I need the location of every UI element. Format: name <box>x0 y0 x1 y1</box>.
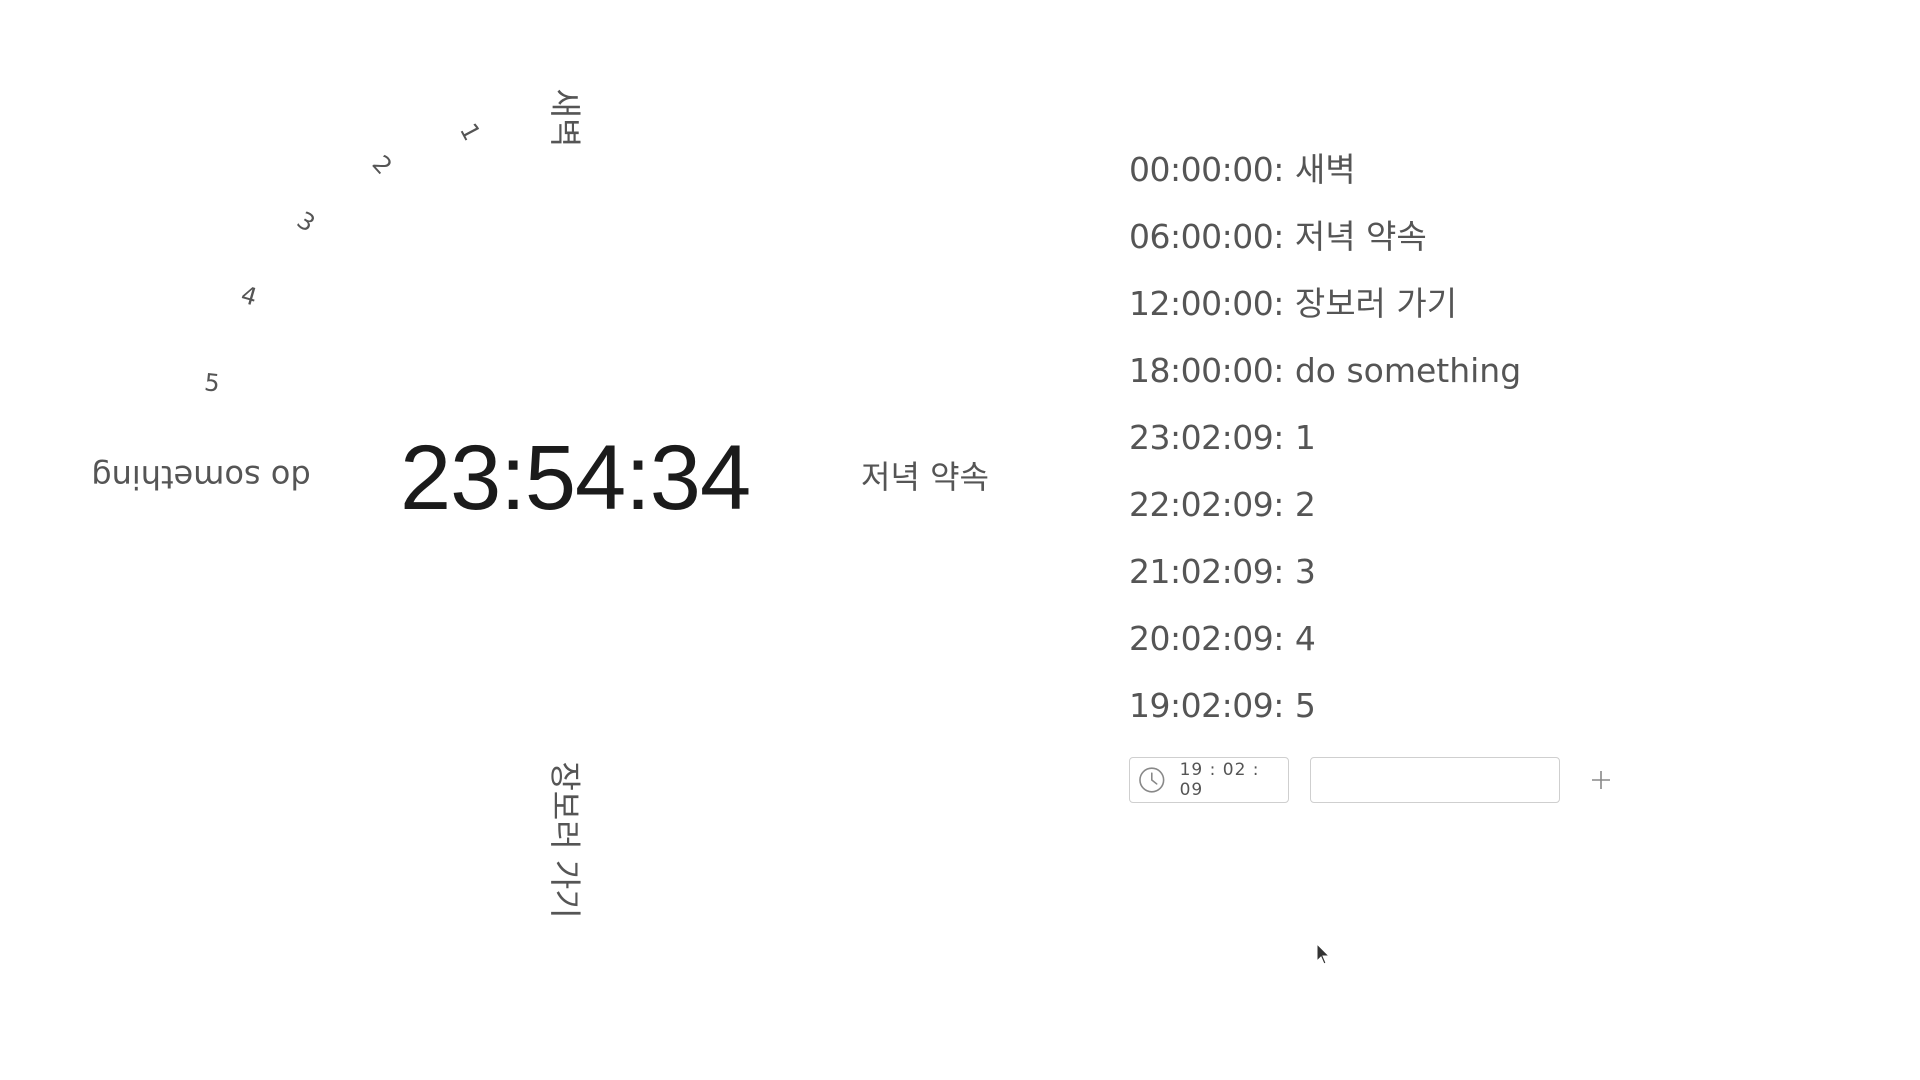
schedule-item-time: 20:02:09 <box>1129 619 1274 658</box>
schedule-item-time: 00:00:00 <box>1129 150 1274 189</box>
add-schedule-form: 19 : 02 : 09 <box>1129 756 1618 804</box>
schedule-item[interactable]: 12:00:00: 장보러 가기 <box>1129 284 1521 351</box>
schedule-item-separator: : <box>1273 284 1295 323</box>
schedule-item-label: 장보러 가기 <box>1294 284 1458 323</box>
add-schedule-button[interactable] <box>1584 763 1618 797</box>
schedule-list: 00:00:00: 새벽 06:00:00: 저녁 약속 12:00:00: 장보러… <box>1129 150 1521 753</box>
clock-icon <box>1139 767 1165 793</box>
schedule-item-label: 새벽 <box>1294 150 1356 189</box>
schedule-item-separator: : <box>1273 686 1295 725</box>
dial-label-4: 4 <box>237 280 261 312</box>
schedule-item[interactable]: 19:02:09: 5 <box>1129 686 1521 753</box>
dial-label-shopping: 장보러 가기 <box>546 761 584 919</box>
schedule-item-label: 1 <box>1294 418 1316 457</box>
schedule-item-separator: : <box>1273 351 1295 390</box>
schedule-item[interactable]: 23:02:09: 1 <box>1129 418 1521 485</box>
schedule-item-time: 19:02:09 <box>1129 686 1274 725</box>
schedule-item-time: 23:02:09 <box>1129 418 1274 457</box>
plus-icon <box>1592 771 1610 789</box>
dial-label-2: 2 <box>366 149 398 181</box>
schedule-item[interactable]: 21:02:09: 3 <box>1129 552 1521 619</box>
dial-label-dawn: 새벽 <box>546 88 584 148</box>
mouse-cursor-icon <box>1316 943 1331 965</box>
schedule-item-label: 4 <box>1294 619 1316 658</box>
schedule-item-separator: : <box>1273 150 1295 189</box>
schedule-item[interactable]: 20:02:09: 4 <box>1129 619 1521 686</box>
dial-label-do-something: do something <box>91 458 311 496</box>
schedule-item-label: 3 <box>1294 552 1316 591</box>
clock-dial: 23:54:34 새벽 1 2 3 4 5 do something 저녁 약속장보러 가기 <box>0 0 1100 1080</box>
schedule-item-label: 5 <box>1294 686 1316 725</box>
app-root: 23:54:34 새벽 1 2 3 4 5 do something 저녁 약속 장보러 가기 … <box>0 0 1920 1080</box>
schedule-item[interactable]: 18:00:00: do something <box>1129 351 1521 418</box>
dial-label-5: 5 <box>202 368 222 398</box>
dial-label-dinner: 저녁 약속 <box>861 458 989 496</box>
schedule-item-label: 2 <box>1294 485 1316 524</box>
schedule-item[interactable]: 06:00:00: 저녁 약속 <box>1129 217 1521 284</box>
schedule-item-label: do something <box>1294 351 1522 390</box>
schedule-item-time: 12:00:00 <box>1129 284 1274 323</box>
current-time: 23:54:34 <box>400 427 751 529</box>
schedule-item-separator: : <box>1273 619 1295 658</box>
schedule-item-time: 06:00:00 <box>1129 217 1274 256</box>
dial-label-3: 3 <box>291 206 321 238</box>
schedule-item[interactable]: 22:02:09: 2 <box>1129 485 1521 552</box>
schedule-item-separator: : <box>1273 485 1295 524</box>
time-picker-value: 19 : 02 : 09 <box>1179 760 1260 800</box>
dial-label-1: 1 <box>454 118 486 146</box>
schedule-item-separator: : <box>1273 217 1295 256</box>
schedule-item-separator: : <box>1273 552 1295 591</box>
time-picker-input[interactable]: 19 : 02 : 09 <box>1129 757 1289 803</box>
schedule-item[interactable]: 00:00:00: 새벽 <box>1129 150 1521 217</box>
schedule-item-label: 저녁 약속 <box>1294 217 1427 256</box>
schedule-item-time: 18:00:00 <box>1129 351 1274 390</box>
schedule-item-time: 22:02:09 <box>1129 485 1274 524</box>
schedule-item-separator: : <box>1273 418 1295 457</box>
schedule-item-time: 21:02:09 <box>1129 552 1274 591</box>
schedule-text-input[interactable] <box>1310 757 1560 803</box>
